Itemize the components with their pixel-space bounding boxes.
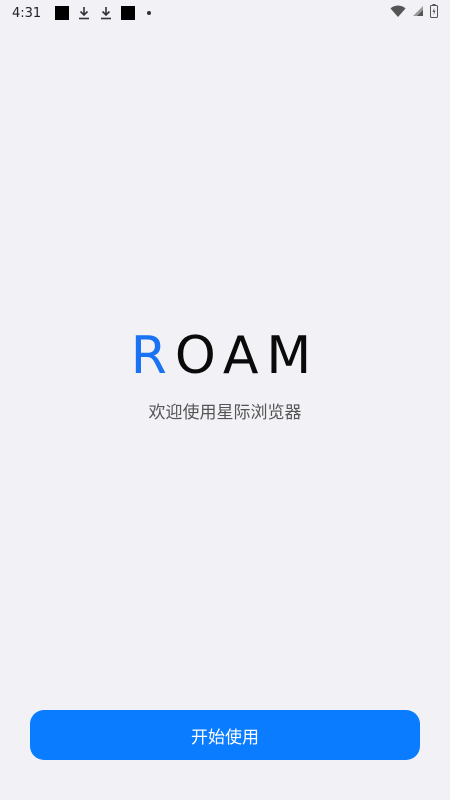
signal-icon (412, 5, 424, 21)
battery-icon (430, 4, 438, 22)
start-button[interactable]: 开始使用 (30, 710, 420, 760)
logo-rest-letters: OAM (174, 326, 320, 386)
download-icon (99, 6, 113, 20)
app-logo: ROAM (0, 328, 450, 384)
dot-icon (147, 11, 152, 15)
notification-square-icon (121, 6, 136, 20)
status-right (390, 4, 438, 22)
logo-first-letter: R (130, 326, 175, 386)
status-left: 4:31 (12, 5, 152, 21)
status-time: 4:31 (12, 5, 42, 21)
notification-square-icon (55, 6, 70, 20)
download-icon (77, 6, 91, 20)
status-bar: 4:31 (0, 0, 450, 26)
start-button-label: 开始使用 (191, 727, 259, 748)
welcome-subtitle: 欢迎使用星际浏览器 (148, 403, 302, 423)
wifi-icon (390, 5, 406, 22)
welcome-screen: 4:31 ROAM 欢迎使用星际浏览器 开始使用 (0, 0, 450, 800)
